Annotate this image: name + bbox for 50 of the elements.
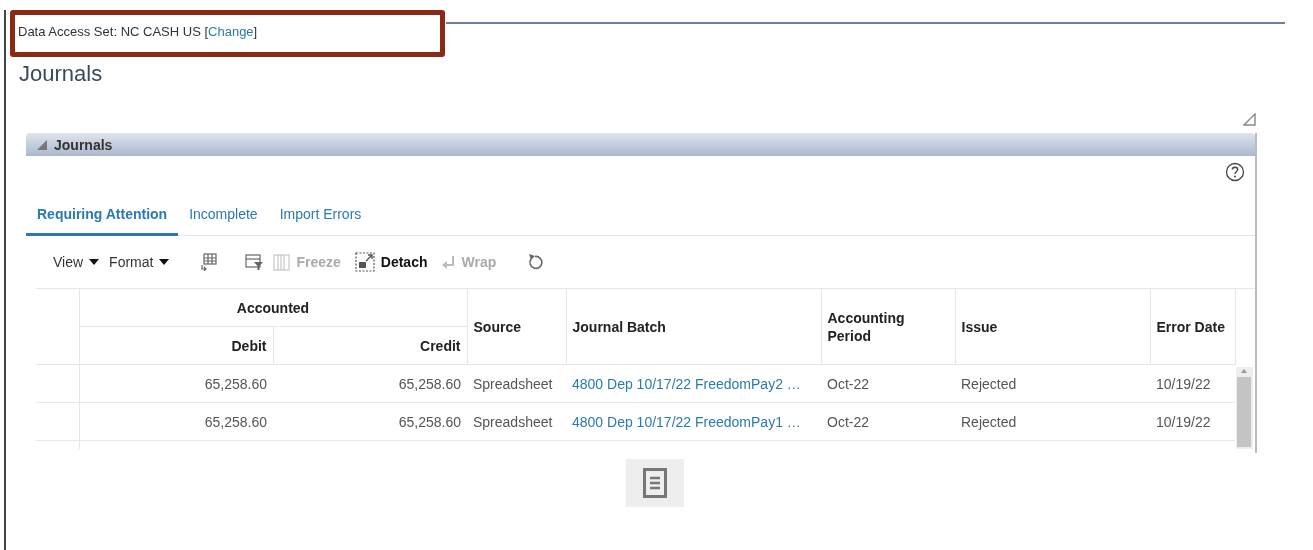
table-cell: 10/19/22 <box>1150 364 1235 403</box>
column-header[interactable]: Journal Batch <box>566 289 821 365</box>
column-group-header: Accounted <box>79 289 467 327</box>
view-menu[interactable]: View <box>51 252 102 272</box>
column-header[interactable]: Accounting Period <box>821 289 955 365</box>
detach-button[interactable]: Detach <box>350 250 432 274</box>
page-title: Journals <box>19 61 104 88</box>
table-cell: 10/19/22 <box>1150 402 1235 441</box>
columns-icon[interactable] <box>199 253 218 271</box>
format-menu[interactable]: Format <box>107 252 172 272</box>
table-cell: Rejected <box>955 364 1150 403</box>
panel-title: Journals <box>54 136 113 153</box>
column-header[interactable]: Debit <box>79 326 273 365</box>
column-header[interactable]: Source <box>467 289 566 365</box>
help-icon[interactable] <box>1225 162 1245 182</box>
scrollbar[interactable] <box>1235 367 1253 449</box>
tab[interactable]: Requiring Attention <box>26 197 179 236</box>
table-cell: Oct-22 <box>821 364 955 403</box>
tab[interactable]: Import Errors <box>268 197 373 236</box>
table-cell: Rejected <box>955 402 1150 441</box>
columns-icon <box>273 253 291 271</box>
journal-batch-link[interactable]: 4800 Dep 10/17/22 FreedomPay1 … <box>572 413 801 430</box>
bracket: [ <box>204 24 209 39</box>
collapse-icon[interactable] <box>36 138 48 151</box>
column-header[interactable]: Credit <box>273 326 467 365</box>
change-link[interactable]: Change <box>208 24 254 39</box>
table-cell: 65,258.60 <box>273 364 467 403</box>
resize-handle-icon[interactable] <box>1243 113 1256 126</box>
return-arrow-icon <box>441 254 456 270</box>
column-header[interactable]: Error Date <box>1150 289 1235 365</box>
scroll-up-icon[interactable] <box>1239 367 1250 375</box>
caret-icon <box>159 259 170 265</box>
filter-icon[interactable] <box>245 253 264 271</box>
notes-button[interactable] <box>625 459 684 507</box>
detach-icon <box>354 252 375 272</box>
table-cell: 65,258.60 <box>79 364 273 403</box>
table-cell: Oct-22 <box>821 402 955 441</box>
table-cell: 65,258.60 <box>79 402 273 441</box>
document-icon <box>642 468 667 498</box>
refresh-icon[interactable] <box>526 253 545 271</box>
column-header[interactable]: Issue <box>955 289 1150 365</box>
data-access-label: Data Access Set: <box>18 24 117 39</box>
bracket: ] <box>253 24 258 39</box>
caret-icon <box>89 259 100 265</box>
tab[interactable]: Incomplete <box>178 197 269 236</box>
table-cell: Spreadsheet <box>467 364 566 403</box>
table-cell: 65,258.60 <box>273 402 467 441</box>
data-access-value: NC CASH US <box>120 24 201 39</box>
journal-batch-link[interactable]: 4800 Dep 10/17/22 FreedomPay2 … <box>572 375 801 392</box>
table-cell: Spreadsheet <box>467 402 566 441</box>
